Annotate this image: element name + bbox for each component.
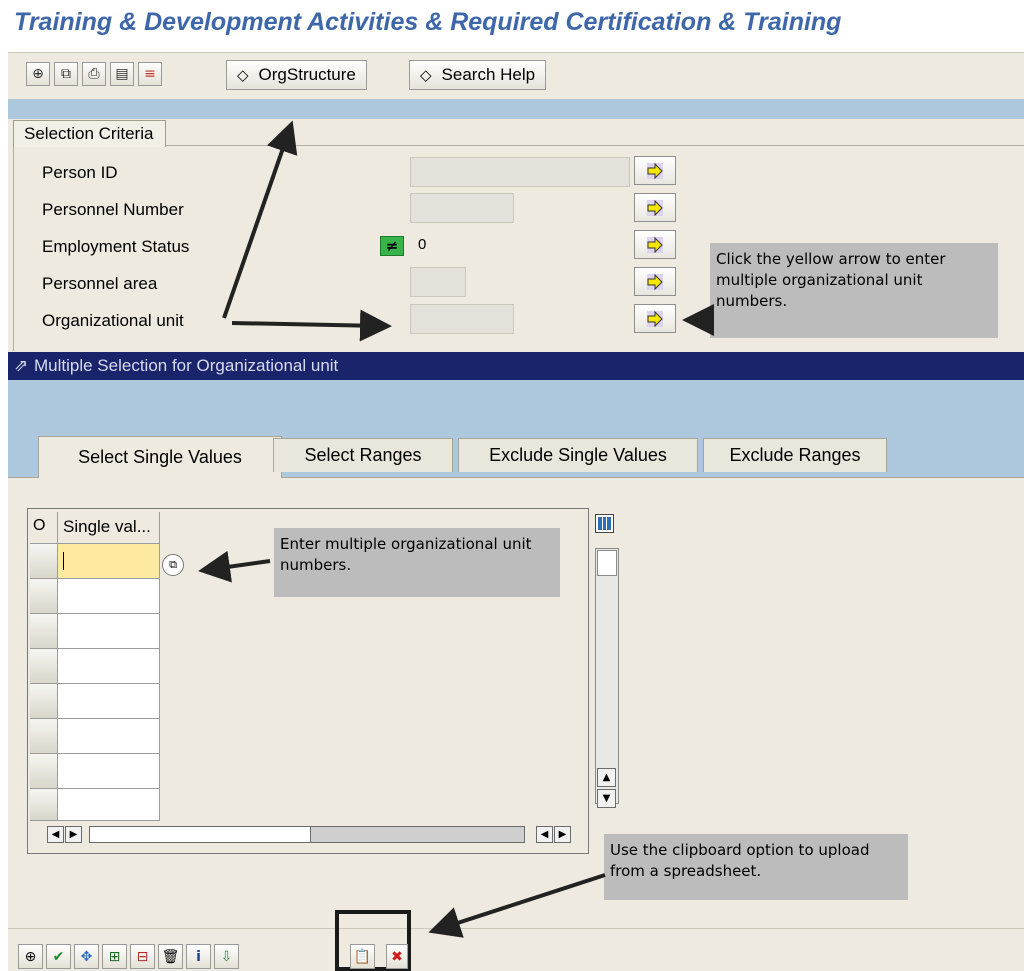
annotation-arrows [198, 120, 714, 938]
arrow-to-clipboard [428, 873, 606, 938]
arrow-to-single-value [198, 550, 271, 583]
arrow-to-org-unit-input [231, 309, 392, 342]
arrow-to-orgstructure [222, 120, 298, 319]
